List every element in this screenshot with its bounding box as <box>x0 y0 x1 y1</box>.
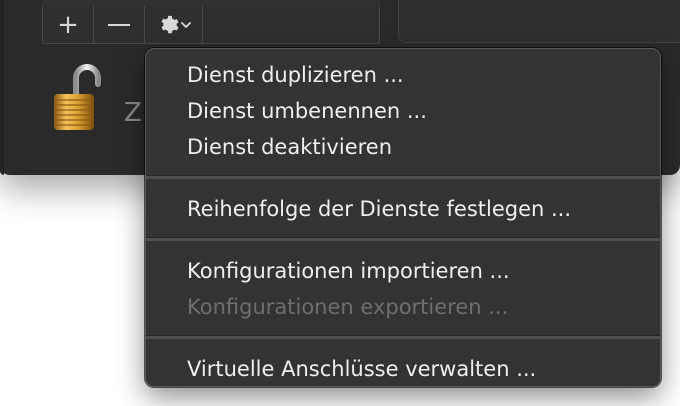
remove-service-button[interactable] <box>94 6 145 43</box>
menu-item-set-service-order[interactable]: Reihenfolge der Dienste festlegen ... <box>146 191 660 227</box>
lock-label-partial: Z <box>124 98 142 128</box>
menu-item-duplicate-service[interactable]: Dienst duplizieren ... <box>146 57 660 93</box>
lock-open-icon[interactable] <box>52 64 106 132</box>
menu-item-manage-virtual-interfaces[interactable]: Virtuelle Anschlüsse verwalten ... <box>146 351 660 387</box>
menu-separator <box>146 175 660 179</box>
action-context-menu: Dienst duplizieren ... Dienst umbenennen… <box>145 48 661 387</box>
menu-separator <box>146 237 660 241</box>
menu-item-rename-service[interactable]: Dienst umbenennen ... <box>146 93 660 129</box>
service-list-toolbar: + <box>42 6 380 44</box>
plus-icon: + <box>57 9 79 40</box>
menu-item-import-configurations[interactable]: Konfigurationen importieren ... <box>146 253 660 289</box>
service-detail-pane <box>398 0 680 43</box>
chevron-down-icon <box>180 21 191 28</box>
minus-icon <box>108 23 130 26</box>
window-edge <box>0 0 4 175</box>
add-service-button[interactable]: + <box>43 6 94 43</box>
gear-icon <box>160 15 179 33</box>
menu-separator <box>146 335 660 339</box>
menu-item-deactivate-service[interactable]: Dienst deaktivieren <box>146 129 660 165</box>
action-menu-button[interactable] <box>145 6 203 43</box>
menu-item-export-configurations: Konfigurationen exportieren ... <box>187 295 509 319</box>
